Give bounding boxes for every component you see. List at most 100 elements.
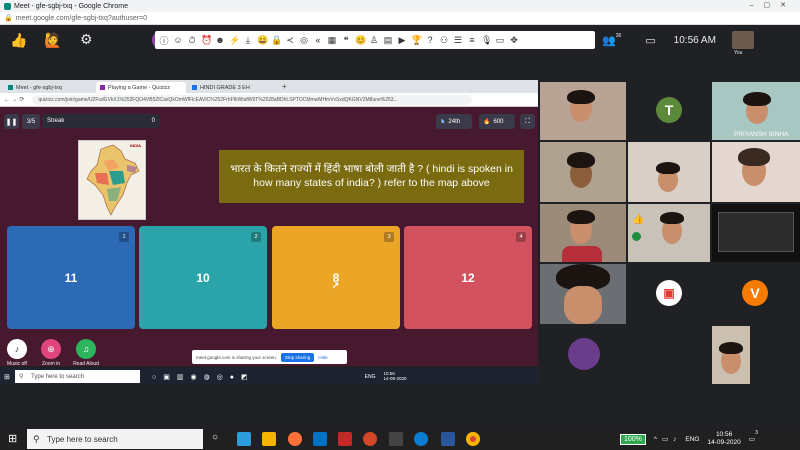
smile-icon[interactable]: ☻	[215, 35, 225, 45]
participant-tile[interactable]	[628, 142, 710, 202]
outer-address-bar[interactable]: 🔒 meet.google.com/gfe-sgbj-txq?authuser=…	[0, 12, 800, 25]
participant-tile[interactable]: 👍	[628, 204, 710, 262]
doc-favicon-icon	[192, 85, 197, 90]
inner-tab-quizizz[interactable]: Playing a Game - Quizizz	[96, 82, 186, 93]
gear-icon[interactable]: ⚙	[80, 31, 93, 48]
cast-icon[interactable]: ▭	[495, 35, 505, 46]
participant-hair	[719, 342, 743, 354]
chrome-icon[interactable]	[466, 432, 480, 446]
security-icon[interactable]	[338, 432, 352, 446]
participant-tile[interactable]	[712, 204, 800, 262]
lock-icon[interactable]: 🔒	[271, 35, 282, 46]
participant-tile[interactable]	[712, 326, 750, 384]
mic-icon[interactable]: 🎙	[481, 35, 492, 46]
tray-clock[interactable]: 10:56 14-09-2020	[707, 431, 740, 447]
mail-icon[interactable]	[313, 432, 327, 446]
trophy-icon[interactable]: 🏆	[411, 35, 422, 46]
rank-badge: ♞ 24th	[436, 114, 472, 129]
quote-icon[interactable]: ❝	[341, 35, 351, 46]
app-l-icon[interactable]	[237, 432, 251, 446]
raise-hand-icon[interactable]: 🙋	[44, 32, 61, 49]
participant-tile[interactable]	[540, 142, 626, 202]
participant-tile[interactable]: ▣	[628, 264, 710, 324]
share-icon[interactable]: ≺	[285, 35, 295, 46]
answer-number: 1	[119, 232, 129, 242]
answer-option-2[interactable]: 2 10	[139, 226, 267, 329]
move-icon[interactable]: ✥	[509, 35, 519, 46]
music-off-powerup[interactable]: ♪ Music off	[2, 339, 32, 367]
participant-hair	[743, 92, 771, 106]
alarm-icon[interactable]: ⏰	[201, 35, 212, 46]
answer-option-3[interactable]: 3 8 ➚	[272, 226, 400, 329]
powerpoint-icon[interactable]	[363, 432, 377, 446]
answer-option-1[interactable]: 1 11	[7, 226, 135, 329]
list-icon[interactable]: ≡	[467, 35, 477, 45]
battery-indicator[interactable]: 100%	[620, 433, 646, 445]
emoji-icon[interactable]: ☺	[173, 35, 183, 45]
emoji2-icon[interactable]: 😊	[355, 35, 366, 46]
windows-start-icon[interactable]: ⊞	[8, 432, 17, 445]
answer-option-4[interactable]: 4 12	[404, 226, 532, 329]
lightning-icon[interactable]: ⚡	[229, 35, 240, 46]
info-icon[interactable]: ⓘ	[159, 34, 169, 47]
inner-search-box[interactable]: ⚲ Type here to search	[15, 370, 140, 383]
stop-sharing-button[interactable]: Stop sharing	[281, 352, 315, 362]
powerup-label: Read Aloud	[73, 361, 99, 367]
participants-icon[interactable]: 👥	[602, 34, 616, 47]
participant-tile[interactable]: T	[628, 82, 710, 140]
grid-icon[interactable]: ▦	[327, 35, 337, 46]
sticky-icon[interactable]: ▤	[383, 35, 393, 46]
inner-search-placeholder: Type here to search	[31, 373, 85, 380]
inner-task-icons[interactable]: ○▣▥◉◍◎●◩	[152, 373, 255, 381]
inner-tab-label: HINDI GRADE 3 EH	[200, 84, 250, 91]
read-aloud-icon: ♫	[76, 339, 96, 359]
word-icon[interactable]	[441, 432, 455, 446]
pause-button[interactable]: ❚❚	[4, 114, 19, 129]
play-icon[interactable]: ▶	[397, 35, 407, 46]
tray-lang[interactable]: ENG	[685, 436, 699, 443]
firefox-icon[interactable]	[288, 432, 302, 446]
inner-tab-hindi[interactable]: HINDI GRADE 3 EH	[188, 82, 278, 93]
participant-tile[interactable]	[540, 204, 626, 262]
participant-tile[interactable]	[540, 326, 626, 382]
participant-tile[interactable]	[540, 82, 626, 140]
chat-icon[interactable]: ▭	[645, 34, 655, 47]
taskbar-search-box[interactable]: ⚲ Type here to search	[27, 429, 203, 449]
shirt	[562, 246, 602, 262]
participant-tile[interactable]	[540, 264, 626, 324]
self-view-thumbnail[interactable]: You	[731, 31, 754, 56]
rewind-icon[interactable]: «	[313, 35, 323, 45]
fullscreen-button[interactable]: ⛶	[520, 114, 535, 129]
read-aloud-powerup[interactable]: ♫ Read Aloud	[71, 339, 101, 367]
zoom-in-powerup[interactable]: ⊕ Zoom in	[36, 339, 66, 367]
inner-tab-meet[interactable]: Meet - gfe-sgbj-txq	[4, 82, 94, 93]
target-icon[interactable]: ◎	[299, 35, 309, 46]
new-tab-icon[interactable]: +	[282, 82, 287, 91]
participant-tile[interactable]: V	[712, 264, 800, 324]
clock-icon[interactable]: ⏱	[187, 35, 197, 46]
participant-avatar-image	[568, 338, 600, 370]
task-view-icon[interactable]: ○	[212, 432, 218, 443]
sliders-icon[interactable]: ☰	[453, 35, 463, 46]
back-icon[interactable]: ← → ⟳	[4, 96, 24, 103]
grin-icon[interactable]: 😀	[257, 35, 268, 46]
mouse-cursor-icon: ➚	[332, 280, 340, 290]
people-icon[interactable]: ⚇	[439, 35, 449, 46]
tray-icons[interactable]: ^▭♪	[654, 435, 681, 443]
thumbs-up-icon[interactable]: 👍	[10, 32, 27, 49]
participant-tile[interactable]	[712, 142, 800, 202]
inner-address-bar[interactable]: ← → ⟳ quizizz.com/join/game/U2FsdGVkX1%2…	[0, 93, 538, 107]
window-controls[interactable]: –▢✕	[750, 1, 796, 9]
hide-button[interactable]: Hide	[318, 355, 327, 360]
inner-url[interactable]: quizizz.com/join/game/U2FsdGVkX1%252FQO4…	[32, 94, 473, 105]
participant-tile[interactable]: PRIYANSH SINHA	[712, 82, 800, 140]
windows-start-icon[interactable]: ⊞	[4, 373, 10, 381]
edge-icon[interactable]	[414, 432, 428, 446]
store-icon[interactable]	[389, 432, 403, 446]
india-map-image[interactable]: INDIA	[78, 140, 146, 220]
help-icon[interactable]: ?	[425, 35, 435, 45]
person-icon[interactable]: ♙	[369, 35, 379, 46]
notification-icon[interactable]: ▭ 3	[749, 430, 758, 443]
app-grid-icon[interactable]	[262, 432, 276, 446]
download-icon[interactable]: ⤓	[243, 35, 253, 46]
